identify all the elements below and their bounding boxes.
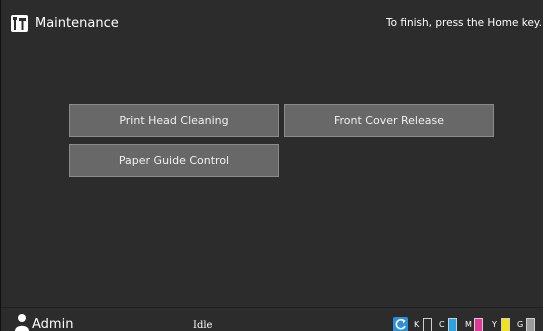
toner-label: G bbox=[517, 320, 524, 329]
front-cover-release-button[interactable]: Front Cover Release bbox=[284, 104, 494, 137]
toner-label: K bbox=[414, 320, 420, 329]
print-head-cleaning-button[interactable]: Print Head Cleaning bbox=[69, 104, 279, 137]
page-title: Maintenance bbox=[35, 16, 119, 31]
user-name[interactable]: Admin bbox=[32, 317, 73, 331]
toner-level-bar bbox=[474, 318, 483, 331]
header-bar: Maintenance To finish, press the Home ke… bbox=[1, 0, 543, 44]
tools-icon bbox=[11, 15, 28, 32]
toner-level-bar bbox=[526, 318, 535, 331]
toner-level-bar bbox=[448, 318, 457, 331]
toner-label: Y bbox=[492, 320, 497, 329]
paper-guide-control-button[interactable]: Paper Guide Control bbox=[69, 144, 279, 177]
device-status: Idle bbox=[193, 320, 213, 331]
maintenance-screen: Maintenance To finish, press the Home ke… bbox=[0, 0, 543, 331]
home-key-hint: To finish, press the Home key. bbox=[385, 17, 542, 29]
refresh-icon[interactable] bbox=[393, 317, 408, 331]
user-icon[interactable] bbox=[15, 313, 29, 331]
status-bar: Admin Idle K C M Y G bbox=[1, 307, 543, 331]
toner-level-bar bbox=[501, 318, 510, 331]
toner-label: M bbox=[465, 320, 472, 329]
toner-level-bar bbox=[423, 318, 432, 331]
toner-label: C bbox=[439, 320, 445, 329]
